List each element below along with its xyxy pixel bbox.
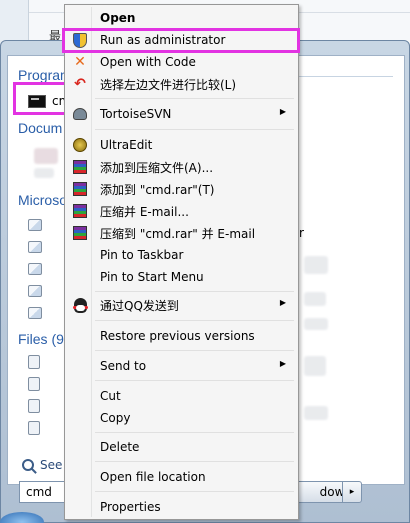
menu-item-label: 添加到压缩文件(A)... xyxy=(100,160,214,175)
qq-icon xyxy=(72,297,88,313)
menu-item-label: Open file location xyxy=(100,470,206,484)
ultraedit-icon xyxy=(72,137,88,153)
group-header-microsoft[interactable]: Microso xyxy=(18,192,67,208)
menu-item-label: Pin to Start Menu xyxy=(100,270,204,284)
menu-item-label: Restore previous versions xyxy=(100,329,255,343)
menu-item-compare-left[interactable]: ↶ 选择左边文件进行比较(L) xyxy=(67,73,296,95)
menu-item-restore-previous-versions[interactable]: Restore previous versions xyxy=(67,325,296,347)
menu-item-open-with-code[interactable]: ✕ Open with Code xyxy=(67,51,296,73)
menu-item-delete[interactable]: Delete xyxy=(67,436,296,458)
menu-item-label: Delete xyxy=(100,440,140,454)
menu-item-label: 压缩到 "cmd.rar" 并 E-mail xyxy=(100,226,256,241)
blurred-document-entry xyxy=(34,168,54,178)
menu-item-send-to[interactable]: Send to ▶ xyxy=(67,355,296,377)
menu-item-open-file-location[interactable]: Open file location xyxy=(67,466,296,488)
chevron-right-icon: ▸ xyxy=(349,487,355,497)
search-icon xyxy=(22,459,34,471)
menu-item-open[interactable]: Open xyxy=(67,7,296,29)
blurred-entry xyxy=(304,292,326,306)
menu-item-label: Open xyxy=(100,11,136,25)
menu-separator xyxy=(95,380,294,381)
blurred-entry xyxy=(304,356,326,376)
menu-item-pin-to-start-menu[interactable]: Pin to Start Menu xyxy=(67,266,296,288)
menu-item-add-to-archive[interactable]: 添加到压缩文件(A)... xyxy=(67,156,296,178)
menu-item-tortoisesvn[interactable]: TortoiseSVN ▶ xyxy=(67,103,296,125)
winrar-icon xyxy=(72,225,88,241)
menu-item-label: 添加到 "cmd.rar"(T) xyxy=(100,182,215,197)
menu-item-label: Send to xyxy=(100,359,147,373)
menu-separator xyxy=(95,98,294,99)
vscode-icon: ✕ xyxy=(74,54,86,70)
menu-item-label: UltraEdit xyxy=(100,138,153,152)
shutdown-options-button[interactable]: ▸ xyxy=(342,481,362,503)
file-icon xyxy=(28,399,40,413)
winrar-icon xyxy=(72,159,88,175)
mail-icon xyxy=(28,307,42,319)
mail-icon xyxy=(28,285,42,297)
menu-item-label: Cut xyxy=(100,389,121,403)
blurred-entry xyxy=(304,406,328,420)
menu-item-compress-email[interactable]: 压缩并 E-mail... xyxy=(67,200,296,222)
menu-item-add-to-cmd-rar[interactable]: 添加到 "cmd.rar"(T) xyxy=(67,178,296,200)
menu-item-label: Properties xyxy=(100,500,161,514)
menu-separator xyxy=(95,320,294,321)
menu-item-ultraedit[interactable]: UltraEdit xyxy=(67,134,296,156)
list-item[interactable] xyxy=(28,238,42,256)
menu-separator xyxy=(95,350,294,351)
list-item[interactable] xyxy=(28,282,42,300)
group-header-documents[interactable]: Docum xyxy=(18,120,62,136)
search-input-value: cmd xyxy=(26,485,52,499)
mail-icon xyxy=(28,241,42,253)
see-more-label: See xyxy=(40,458,63,472)
mail-icon xyxy=(28,219,42,231)
list-item[interactable] xyxy=(28,216,42,234)
blurred-entry xyxy=(304,256,328,274)
menu-separator xyxy=(95,432,294,433)
list-item[interactable] xyxy=(28,375,40,393)
menu-item-compress-cmd-rar-email[interactable]: 压缩到 "cmd.rar" 并 E-mail xyxy=(67,222,296,244)
file-icon xyxy=(28,421,40,435)
tortoise-icon xyxy=(72,106,88,122)
list-item[interactable] xyxy=(28,397,40,415)
menu-separator xyxy=(95,461,294,462)
menu-item-label: 通过QQ发送到 xyxy=(100,298,179,313)
list-item[interactable] xyxy=(28,260,42,278)
menu-item-copy[interactable]: Copy xyxy=(67,407,296,429)
compare-icon: ↶ xyxy=(74,76,86,92)
blurred-entry xyxy=(304,318,328,330)
menu-item-label: Copy xyxy=(100,411,131,425)
menu-item-label: Pin to Taskbar xyxy=(100,248,184,262)
menu-separator xyxy=(95,291,294,292)
winrar-icon xyxy=(72,181,88,197)
menu-item-send-via-qq[interactable]: 通过QQ发送到 ▶ xyxy=(67,294,296,316)
menu-item-label: Open with Code xyxy=(100,55,196,69)
right-text-fragment: r xyxy=(299,226,304,240)
list-item[interactable] xyxy=(28,353,40,371)
file-icon xyxy=(28,355,40,369)
mail-icon xyxy=(28,263,42,275)
file-icon xyxy=(28,377,40,391)
winrar-icon xyxy=(72,203,88,219)
list-item[interactable] xyxy=(28,304,42,322)
see-more-results-link[interactable]: See xyxy=(22,458,62,472)
menu-item-cut[interactable]: Cut xyxy=(67,385,296,407)
menu-item-label: 选择左边文件进行比较(L) xyxy=(100,77,237,92)
menu-separator xyxy=(95,129,294,130)
list-item[interactable] xyxy=(28,419,40,437)
submenu-arrow-icon: ▶ xyxy=(279,298,286,307)
menu-separator xyxy=(95,491,294,492)
submenu-arrow-icon: ▶ xyxy=(279,107,286,116)
blurred-document-entry xyxy=(34,148,58,164)
context-menu: Open Run as administrator ✕ Open with Co… xyxy=(64,4,299,520)
menu-item-label: 压缩并 E-mail... xyxy=(100,204,189,219)
menu-item-pin-to-taskbar[interactable]: Pin to Taskbar xyxy=(67,244,296,266)
menu-item-properties[interactable]: Properties xyxy=(67,496,296,518)
submenu-arrow-icon: ▶ xyxy=(279,359,286,368)
menu-item-label: TortoiseSVN xyxy=(100,107,172,121)
highlight-box-run-as-admin xyxy=(62,28,300,53)
highlight-box-program xyxy=(13,82,69,115)
